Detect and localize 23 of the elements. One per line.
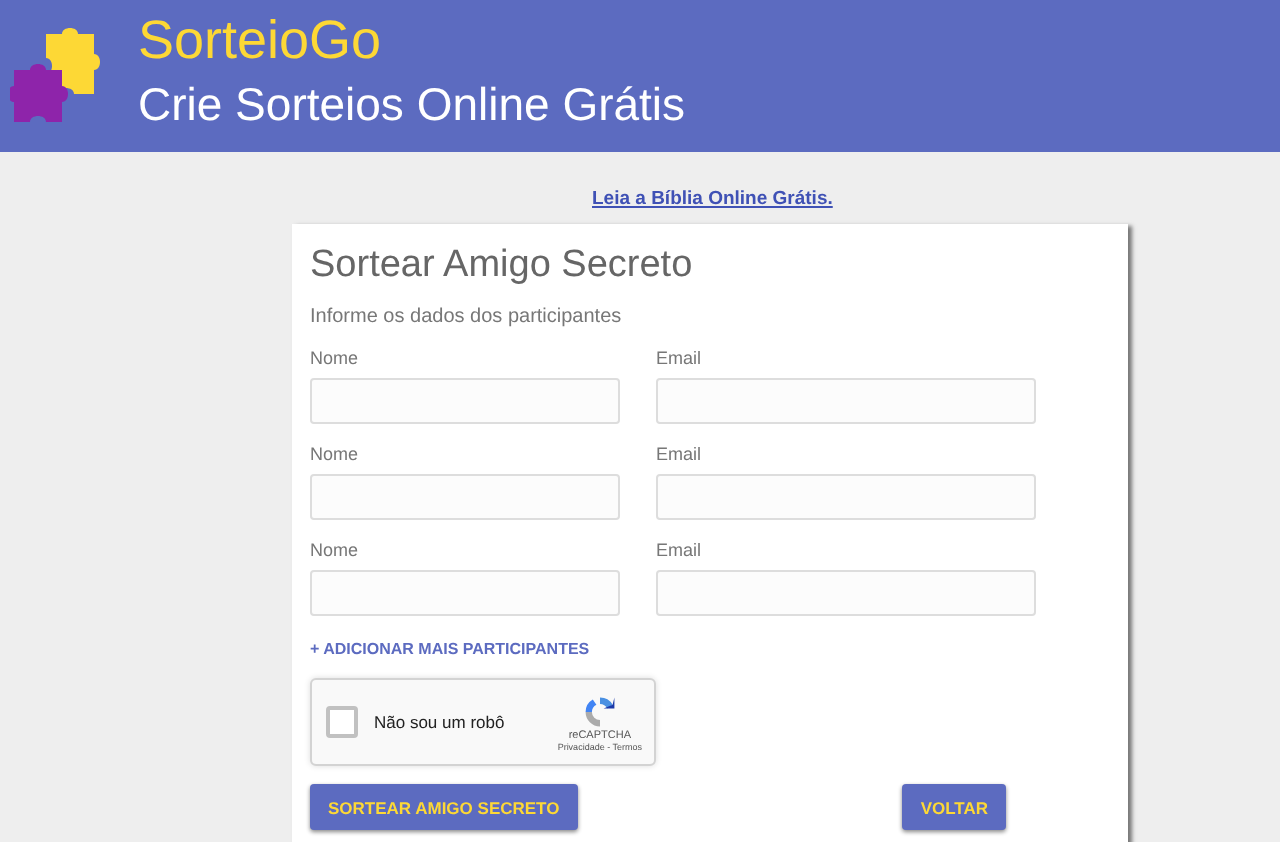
name-label: Nome [310, 442, 359, 466]
email-label: Email [656, 538, 702, 562]
form-subtitle: Informe os dados dos participantes [310, 306, 622, 328]
email-field[interactable] [656, 570, 1036, 616]
bible-link[interactable]: Leia a Bíblia Online Grátis. [592, 188, 833, 210]
recaptcha-icon [581, 693, 618, 729]
site-tagline: Crie Sorteios Online Grátis [138, 76, 686, 132]
site-name[interactable]: SorteioGo [138, 8, 382, 72]
name-field[interactable] [310, 570, 620, 616]
email-field[interactable] [656, 378, 1036, 424]
email-field[interactable] [656, 474, 1036, 520]
back-button[interactable]: VOLTAR [902, 784, 1006, 830]
name-field[interactable] [310, 378, 620, 424]
name-label: Nome [310, 346, 359, 370]
draw-button[interactable]: SORTEAR AMIGO SECRETO [310, 784, 578, 830]
captcha-checkbox[interactable] [326, 706, 358, 738]
captcha-label: Não sou um robô [374, 712, 507, 732]
email-label: Email [656, 346, 702, 370]
form-title: Sortear Amigo Secreto [310, 244, 693, 288]
name-label: Nome [310, 538, 359, 562]
email-label: Email [656, 442, 702, 466]
add-participants-link[interactable]: + ADICIONAR MAIS PARTICIPANTES [310, 640, 590, 658]
name-field[interactable] [310, 474, 620, 520]
